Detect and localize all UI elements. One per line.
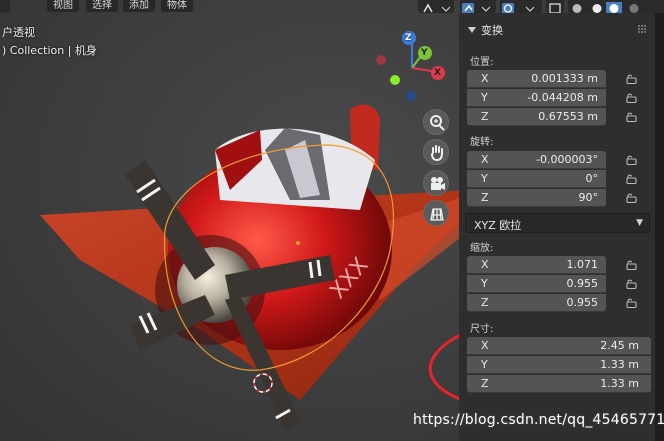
viewport-header: 视图 选择 添加 物体	[0, 0, 542, 14]
view-name: 户透视	[2, 26, 35, 39]
rotation-z-value: 90°	[578, 191, 599, 204]
sidebar-tabs[interactable]	[655, 13, 664, 441]
gizmo-z-label: Z	[405, 33, 412, 43]
lock-icon[interactable]	[626, 298, 637, 308]
rotation-x-field[interactable]: X -0.000003°	[467, 151, 606, 169]
zoom-button[interactable]	[423, 109, 449, 135]
location-z-value: 0.67553 m	[538, 110, 598, 123]
scale-y-value: 0.955	[566, 277, 599, 290]
lock-icon[interactable]	[626, 193, 637, 203]
lock-icon[interactable]	[626, 279, 637, 289]
gizmo-x-label: X	[434, 68, 441, 78]
dimensions-x-value: 2.45 m	[600, 339, 639, 352]
xray-toggle-icon[interactable]	[546, 0, 564, 14]
dimensions-x-field[interactable]: X 2.45 m	[467, 337, 651, 355]
material-shading-icon	[609, 4, 619, 13]
panel-title: 变换	[481, 24, 503, 37]
gizmo-toggle-icon[interactable]	[460, 0, 496, 14]
blender-window: XXX Z Y X 户透视 ) Collection | 机身 视图 选择 添加…	[0, 0, 664, 441]
axis-z-label: Z	[481, 110, 489, 123]
axis-x-label: X	[481, 72, 489, 85]
axis-z-label: Z	[481, 191, 489, 204]
transform-panel-header[interactable]: 变换	[459, 19, 655, 39]
lock-icon[interactable]	[626, 260, 637, 270]
location-y-field[interactable]: Y -0.044208 m	[467, 89, 606, 107]
axis-x-label: X	[481, 153, 489, 166]
scale-y-field[interactable]: Y 0.955	[467, 275, 606, 293]
dimensions-y-value: 1.33 m	[600, 358, 639, 371]
axis-x-label: X	[481, 339, 489, 352]
lock-icon[interactable]	[626, 93, 637, 103]
axis-y-label: Y	[481, 172, 488, 185]
location-z-field[interactable]: Z 0.67553 m	[467, 108, 606, 126]
dimensions-y-field[interactable]: Y 1.33 m	[467, 356, 651, 374]
rotation-x-value: -0.000003°	[536, 153, 598, 166]
pan-button[interactable]	[423, 139, 449, 165]
transform-panel: 变换 位置: X 0.001333 m Y -0.044208 m Z 0.67553…	[459, 13, 655, 441]
scale-z-value: 0.955	[566, 296, 599, 309]
axis-y-label: Y	[481, 277, 488, 290]
lock-icon[interactable]	[626, 174, 637, 184]
rotation-y-field[interactable]: Y 0°	[467, 170, 606, 188]
scale-x-field[interactable]: X 1.071	[467, 256, 606, 274]
lock-icon[interactable]	[626, 155, 637, 165]
editor-type-menu[interactable]	[0, 0, 10, 13]
axis-z-label: Z	[481, 296, 489, 309]
rotation-z-field[interactable]: Z 90°	[467, 189, 606, 207]
location-label: 位置:	[470, 57, 494, 68]
rotation-mode-select[interactable]: XYZ 欧拉 ▼	[465, 213, 650, 233]
scale-x-value: 1.071	[566, 258, 599, 271]
hand-icon	[431, 145, 443, 162]
gizmo-y-label: Y	[421, 48, 428, 58]
rendered-shading-icon	[629, 4, 639, 13]
menu-add[interactable]: 添加	[123, 0, 155, 12]
drag-handle-icon[interactable]	[637, 24, 647, 34]
scale-label: 缩放:	[470, 243, 494, 254]
camera-icon	[431, 177, 445, 190]
ortho-toggle-button[interactable]	[423, 200, 449, 226]
zoom-icon	[430, 115, 445, 131]
watermark-text: https://blog.csdn.net/qq_45465771	[413, 412, 664, 428]
axis-x-label: X	[481, 258, 489, 271]
overlay-toggle-icon[interactable]	[500, 0, 542, 14]
lock-icon[interactable]	[626, 74, 637, 84]
menu-select[interactable]: 选择	[86, 0, 118, 12]
scale-z-field[interactable]: Z 0.955	[467, 294, 606, 312]
axis-y-label: Y	[481, 91, 488, 104]
collection-path: ) Collection | 机身	[2, 44, 97, 57]
wireframe-shading-icon	[572, 4, 582, 13]
menu-object[interactable]: 物体	[161, 0, 193, 12]
lock-icon[interactable]	[626, 112, 637, 122]
axis-y-label: Y	[481, 358, 488, 371]
dimensions-label: 尺寸:	[470, 324, 494, 335]
dimensions-z-field[interactable]: Z 1.33 m	[467, 375, 651, 393]
axis-z-label: Z	[481, 377, 489, 390]
shading-modes[interactable]	[568, 0, 664, 15]
menu-view[interactable]: 视图	[47, 0, 79, 12]
chevron-down-icon: ▼	[636, 218, 643, 228]
solid-shading-icon	[592, 4, 602, 13]
dimensions-z-value: 1.33 m	[600, 377, 639, 390]
location-x-value: 0.001333 m	[531, 72, 598, 85]
transform-orientation-icon[interactable]	[418, 0, 454, 13]
rotation-y-value: 0°	[585, 172, 599, 185]
location-y-value: -0.044208 m	[527, 91, 598, 104]
grid-icon	[430, 208, 444, 221]
collapse-arrow-icon	[468, 27, 476, 33]
location-x-field[interactable]: X 0.001333 m	[467, 70, 606, 88]
rotation-label: 旋转:	[470, 137, 494, 148]
camera-button[interactable]	[423, 170, 449, 196]
rotation-mode-value: XYZ 欧拉	[474, 219, 522, 232]
